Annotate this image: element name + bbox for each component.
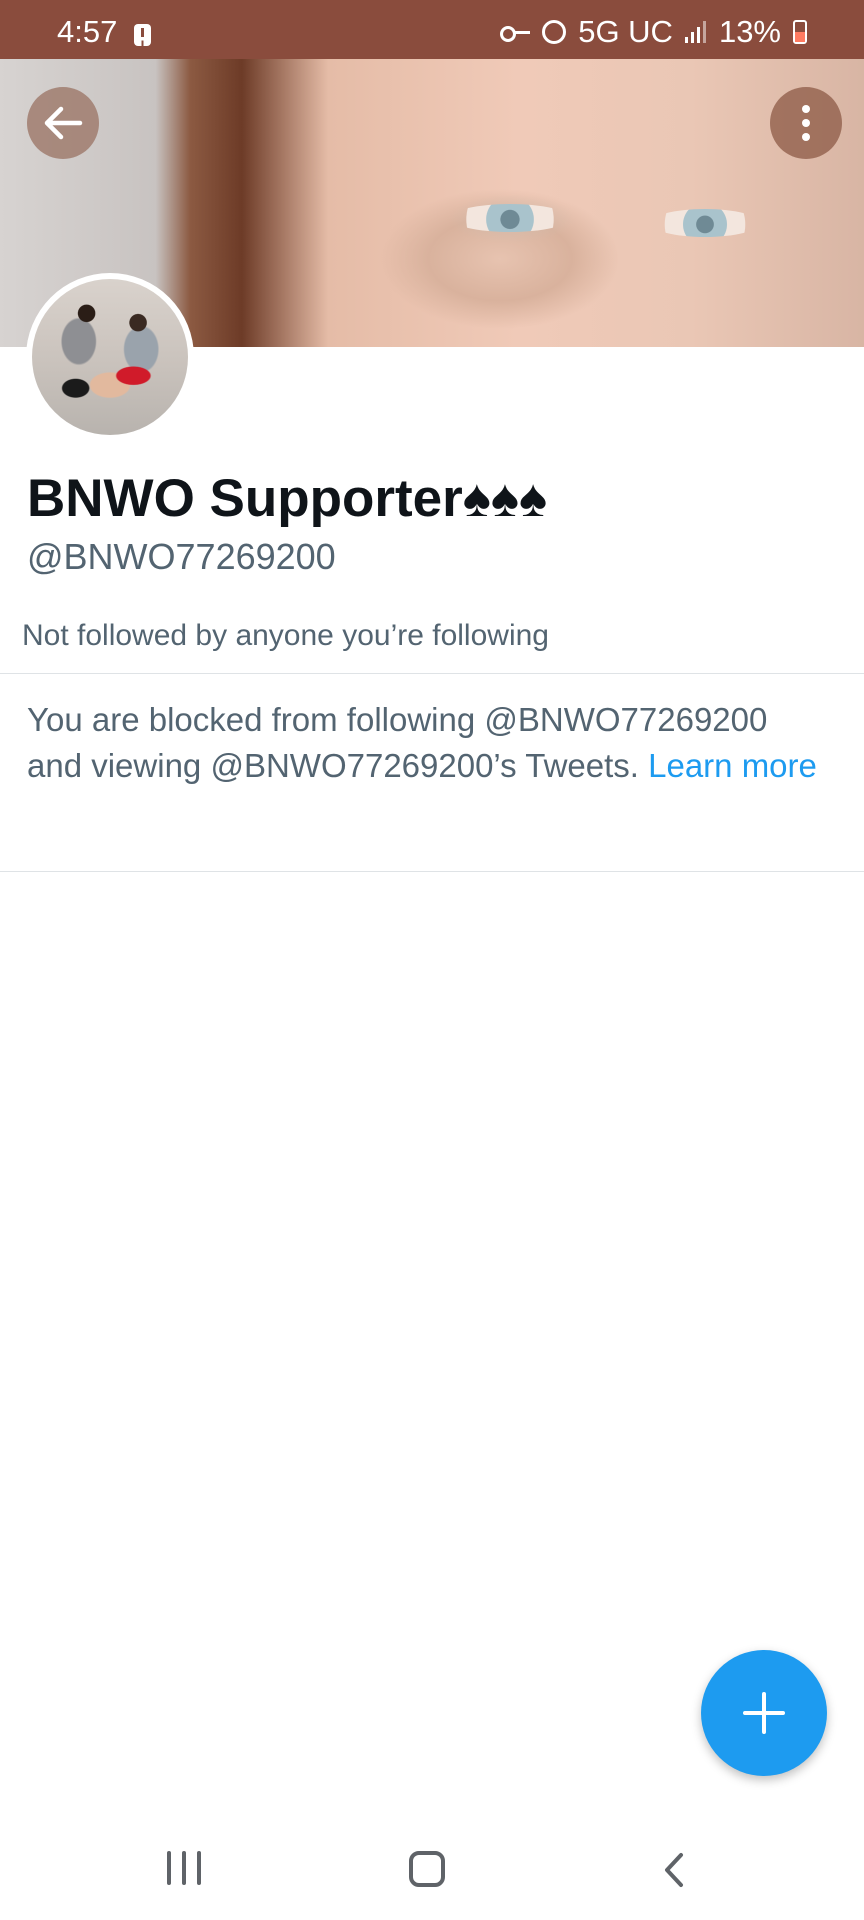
avatar[interactable] — [26, 273, 194, 441]
plus-icon — [743, 1692, 785, 1734]
more-vertical-icon — [802, 105, 810, 113]
more-options-button[interactable] — [770, 87, 842, 159]
blocked-notice: You are blocked from following @BNWO7726… — [27, 697, 827, 789]
followed-by-text: Not followed by anyone you’re following — [22, 619, 549, 652]
recents-icon[interactable] — [167, 1851, 201, 1885]
vpn-key-icon — [500, 23, 531, 42]
network-type: 5G UC — [578, 14, 673, 49]
divider — [0, 673, 864, 674]
alert-icon — [134, 24, 151, 46]
chevron-left-icon[interactable] — [657, 1852, 693, 1888]
status-icons: 5G UC 13% — [500, 14, 807, 50]
compose-tweet-button[interactable] — [701, 1650, 827, 1776]
learn-more-link[interactable]: Learn more — [648, 747, 817, 784]
home-icon[interactable] — [409, 1851, 445, 1887]
battery-icon — [793, 20, 807, 44]
user-handle: @BNWO77269200 — [27, 536, 336, 577]
status-time: 4:57 — [57, 14, 118, 49]
display-name: BNWO Supporter♠♠♠ — [27, 469, 548, 528]
divider — [0, 871, 864, 872]
avatar-image — [32, 279, 188, 435]
back-button[interactable] — [27, 87, 99, 159]
signal-icon — [684, 21, 707, 43]
arrow-left-icon — [44, 106, 83, 140]
battery-percent: 13% — [718, 14, 781, 49]
alarm-icon — [542, 20, 567, 44]
status-bar: 4:57 5G UC 13% — [0, 0, 864, 59]
